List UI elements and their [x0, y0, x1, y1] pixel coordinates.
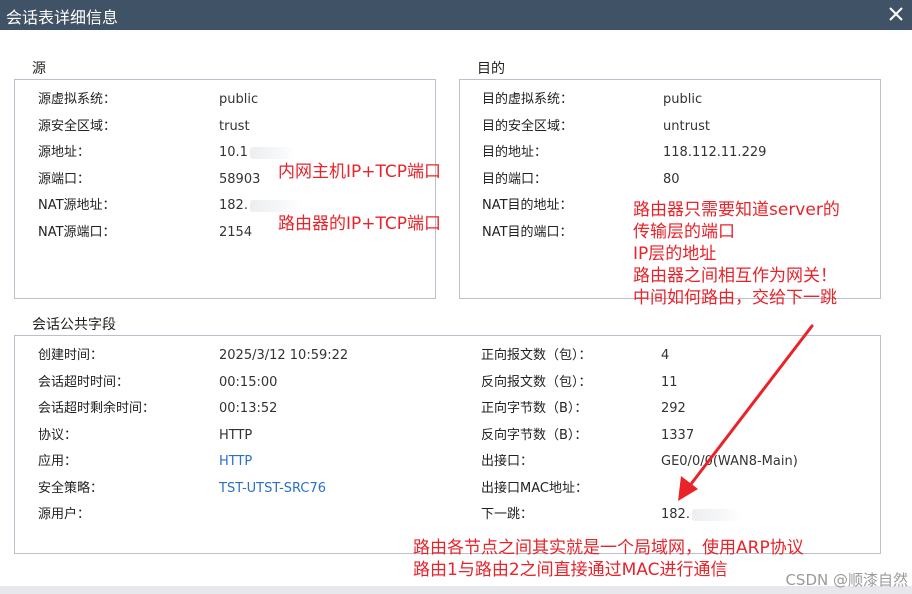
- annotation-lan-note: 路由各节点之间其实就是一个局域网，使用ARP协议 路由1与路由2之间直接通过MA…: [413, 537, 804, 581]
- watermark: CSDN @顺漆自然: [785, 571, 908, 589]
- annotation-line: 路由各节点之间其实就是一个局域网，使用ARP协议: [413, 538, 804, 558]
- arrow-shaft: [686, 324, 814, 490]
- annotation-line: 路由1与路由2之间直接通过MAC进行通信: [413, 560, 728, 580]
- bottom-strip: [0, 586, 912, 594]
- annotation-arrow: [678, 324, 814, 501]
